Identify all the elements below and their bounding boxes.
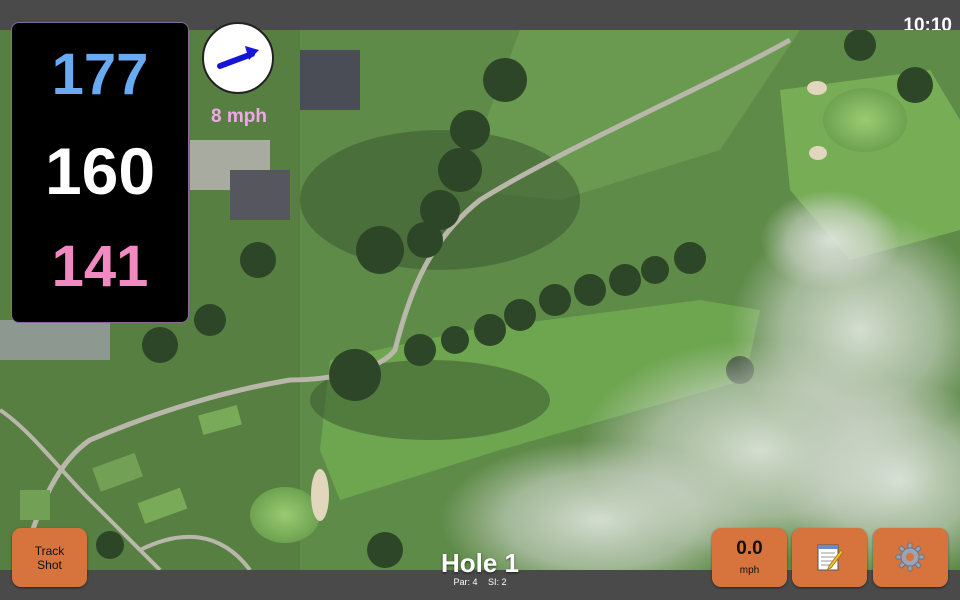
speed-button[interactable]: 0.0 mph (712, 528, 787, 587)
notepad-icon (817, 544, 844, 571)
back-distance: 177 (51, 42, 149, 107)
wind-indicator (202, 22, 274, 94)
hole-par: Par: 4 (453, 577, 478, 587)
front-distance: 141 (51, 234, 149, 299)
track-shot-label-line1: Track (34, 543, 65, 558)
track-shot-button[interactable]: Track Shot (12, 528, 87, 587)
speed-unit: mph (739, 565, 760, 576)
hole-info: Par: 4 SI: 2 (380, 577, 580, 587)
wind-arrow-icon (217, 46, 259, 69)
notes-button[interactable] (792, 528, 867, 587)
wind-speed: 8 mph (211, 106, 267, 127)
speed-value: 0.0 (736, 538, 763, 559)
distance-panel: 177 160 141 (11, 22, 189, 323)
settings-button[interactable] (873, 528, 948, 587)
hole-stroke-index: SI: 2 (488, 577, 507, 587)
hole-title: Hole 1 (440, 548, 520, 578)
gear-icon (895, 542, 925, 572)
middle-distance: 160 (44, 134, 156, 208)
track-shot-label-line2: Shot (37, 557, 62, 572)
